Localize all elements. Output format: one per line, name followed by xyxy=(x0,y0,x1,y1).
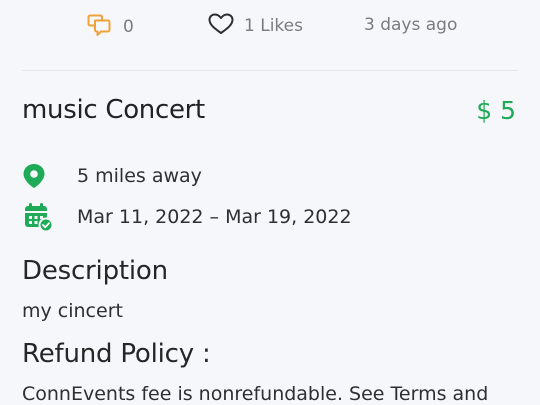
likes-stat[interactable]: 1 Likes xyxy=(208,13,303,39)
event-header: music Concert $ 5 xyxy=(22,92,518,128)
comment-icon xyxy=(87,13,111,41)
description-heading: Description xyxy=(22,256,168,286)
distance-row: 5 miles away xyxy=(22,160,202,192)
divider xyxy=(22,70,518,71)
calendar-check-icon xyxy=(22,201,54,233)
event-stats-bar: 0 1 Likes 3 days ago xyxy=(0,0,540,52)
date-range-row: Mar 11, 2022 – Mar 19, 2022 xyxy=(22,201,352,233)
location-pin-icon xyxy=(22,160,54,192)
posted-time: 3 days ago xyxy=(364,15,458,35)
refund-policy-text: ConnEvents fee is nonrefundable. See Ter… xyxy=(22,383,489,405)
date-range-text: Mar 11, 2022 – Mar 19, 2022 xyxy=(77,206,352,228)
heart-icon[interactable] xyxy=(208,13,234,39)
refund-policy-heading: Refund Policy : xyxy=(22,339,211,369)
comments-count: 0 xyxy=(123,17,134,37)
likes-count: 1 Likes xyxy=(244,16,303,36)
event-price: $ 5 xyxy=(476,95,516,125)
comments-stat[interactable]: 0 xyxy=(87,13,134,41)
event-title: music Concert xyxy=(22,95,205,125)
distance-text: 5 miles away xyxy=(77,165,202,187)
description-text: my cincert xyxy=(22,300,123,322)
posted-time-stat: 3 days ago xyxy=(364,13,457,37)
